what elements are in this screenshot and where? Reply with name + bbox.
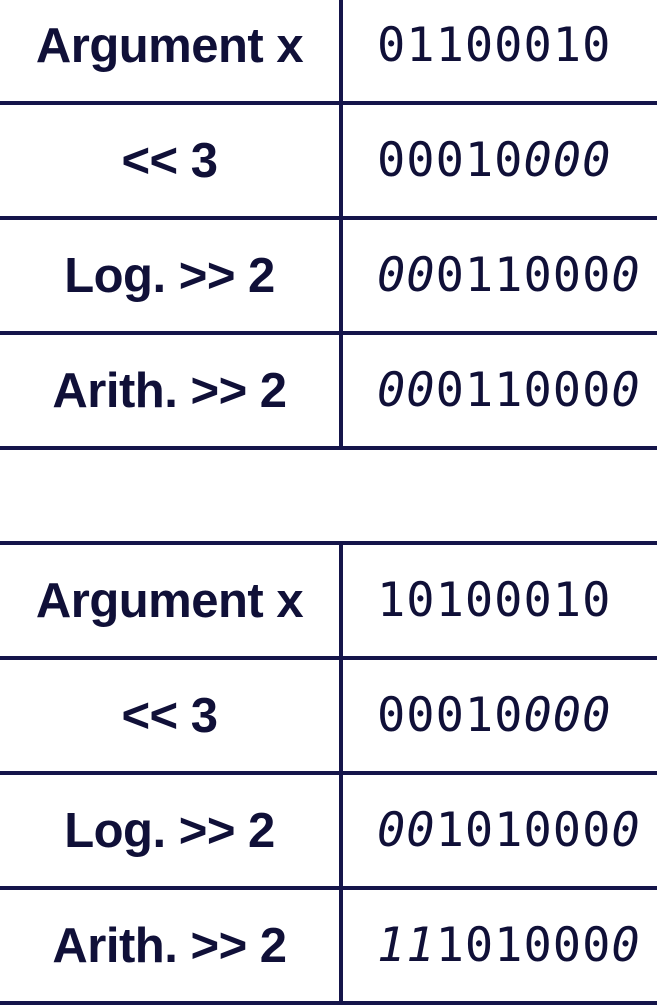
table-row: Arith. >> 2 111010000 — [0, 886, 657, 1005]
operation-label: Arith. >> 2 — [0, 886, 343, 1005]
operation-label: Argument x — [0, 0, 343, 105]
table-row: Argument x 01100010 — [0, 0, 657, 105]
operation-label: << 3 — [0, 101, 343, 220]
bits-fill-prefix: 11 — [377, 918, 436, 973]
bits-main: 10100010 — [377, 573, 612, 628]
operation-label: Log. >> 2 — [0, 216, 343, 335]
bit-value: 001010000 — [341, 771, 657, 890]
bits-main: 00010 — [377, 688, 524, 743]
table-row: Arith. >> 2 000110000 — [0, 331, 657, 450]
bits-fill-prefix: 00 — [377, 803, 436, 858]
bits-fill-suffix: 000 — [523, 688, 612, 743]
bit-value: 00010000 — [341, 656, 657, 775]
bits-fill-prefix: 00 — [377, 248, 436, 303]
bits-main: 011000 — [435, 248, 612, 303]
bit-value: 10100010 — [341, 541, 657, 660]
table-row: Log. >> 2 001010000 — [0, 771, 657, 890]
operation-label: << 3 — [0, 656, 343, 775]
table-row: << 3 00010000 — [0, 656, 657, 775]
operation-label: Argument x — [0, 541, 343, 660]
bit-value: 00010000 — [341, 101, 657, 220]
bits-main: 101000 — [435, 803, 612, 858]
bit-value: 000110000 — [341, 216, 657, 335]
table-row: Log. >> 2 000110000 — [0, 216, 657, 335]
table-row: << 3 00010000 — [0, 101, 657, 220]
bits-fill-suffix: 0 — [611, 363, 641, 418]
bits-fill-prefix: 00 — [377, 363, 436, 418]
bits-fill-suffix: 0 — [611, 918, 641, 973]
operation-label: Log. >> 2 — [0, 771, 343, 890]
bit-value: 000110000 — [341, 331, 657, 450]
operation-label: Arith. >> 2 — [0, 331, 343, 450]
bits-fill-suffix: 0 — [611, 248, 641, 303]
bit-value: 111010000 — [341, 886, 657, 1005]
bit-value: 01100010 — [341, 0, 657, 105]
bits-main: 00010 — [377, 133, 524, 188]
bits-main: 011000 — [435, 363, 612, 418]
table-row: Argument x 10100010 — [0, 541, 657, 660]
shift-table-negative: Argument x 10100010 << 3 00010000 Log. >… — [0, 541, 657, 1005]
bits-fill-suffix: 0 — [611, 803, 641, 858]
bits-fill-suffix: 000 — [523, 133, 612, 188]
shift-table-positive: Argument x 01100010 << 3 00010000 Log. >… — [0, 0, 657, 450]
bits-main: 101000 — [435, 918, 612, 973]
bits-main: 01100010 — [377, 18, 612, 73]
